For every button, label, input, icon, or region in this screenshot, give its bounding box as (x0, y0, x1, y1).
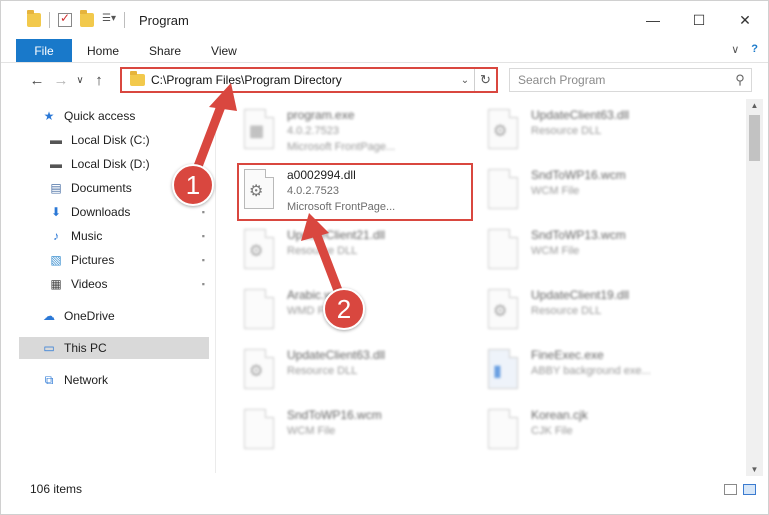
annotation-arrows (192, 83, 344, 298)
arrow-head-1 (209, 83, 237, 111)
explorer-window: ☰▾ Program — ☐ ✕ File Home Share View ∨ … (0, 0, 769, 515)
step-2-badge: 2 (323, 288, 365, 330)
arrow-to-address-bar (192, 96, 228, 174)
step-1-badge: 1 (172, 164, 214, 206)
arrow-to-file (311, 228, 344, 298)
arrow-head-2 (301, 213, 329, 241)
